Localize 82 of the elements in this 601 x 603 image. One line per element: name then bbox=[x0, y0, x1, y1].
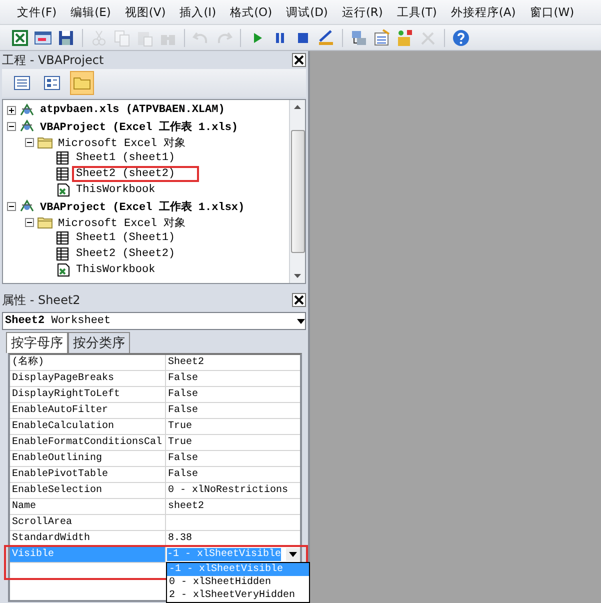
tree-item[interactable]: Microsoft Excel 对象 bbox=[56, 214, 188, 230]
tree-item[interactable]: Sheet1 (sheet1) bbox=[74, 152, 178, 164]
tree-item[interactable]: VBAProject (Excel 工作表 1.xls) bbox=[38, 118, 240, 134]
property-name[interactable]: EnablePivotTable bbox=[10, 467, 166, 482]
property-name[interactable]: DisplayPageBreaks bbox=[10, 371, 166, 386]
project-icon bbox=[19, 199, 35, 213]
collapse-icon[interactable] bbox=[25, 218, 34, 226]
project-icon bbox=[19, 103, 35, 117]
folder-icon bbox=[73, 76, 91, 90]
menu-item[interactable]: 窗口(W) bbox=[524, 2, 580, 22]
expand-icon[interactable] bbox=[7, 106, 16, 114]
toolbox-icon[interactable] bbox=[395, 28, 415, 48]
property-value: True bbox=[167, 420, 194, 434]
panel-title: 属性 - Sheet2 bbox=[2, 292, 80, 308]
menu-item[interactable]: 视图(V) bbox=[120, 2, 171, 22]
project-icon bbox=[19, 119, 35, 133]
tree-item[interactable]: VBAProject (Excel 工作表 1.xlsx) bbox=[38, 198, 247, 214]
object-view-icon bbox=[44, 76, 60, 90]
close-button[interactable] bbox=[292, 293, 306, 307]
help-icon[interactable] bbox=[451, 28, 471, 48]
property-value: 0 - xlNoRestrictions bbox=[167, 484, 290, 498]
tree-item[interactable]: ThisWorkbook bbox=[74, 264, 158, 276]
menu-item[interactable]: 工具(T) bbox=[392, 2, 442, 22]
property-value: Sheet2 bbox=[167, 356, 206, 370]
panel-title: 工程 - VBAProject bbox=[2, 52, 104, 68]
property-value: False bbox=[167, 404, 200, 418]
properties-icon[interactable] bbox=[372, 28, 392, 48]
scrollbar[interactable] bbox=[289, 100, 305, 283]
tree-item[interactable]: Sheet2 (sheet2) bbox=[74, 168, 198, 180]
tree-item[interactable]: Microsoft Excel 对象 bbox=[56, 134, 188, 150]
tab[interactable]: 按字母序 bbox=[6, 332, 68, 353]
property-name[interactable]: ScrollArea bbox=[10, 515, 166, 530]
property-name[interactable]: StandardWidth bbox=[10, 531, 166, 546]
menu-item[interactable]: 运行(R) bbox=[336, 2, 388, 22]
sheet-icon bbox=[55, 231, 71, 245]
ruler-pencil-icon[interactable] bbox=[316, 28, 336, 48]
property-name[interactable]: EnableSelection bbox=[10, 483, 166, 498]
menu-item[interactable]: 插入(I) bbox=[174, 2, 222, 22]
collapse-icon[interactable] bbox=[7, 122, 16, 130]
property-value: False bbox=[167, 468, 200, 482]
sheet-icon bbox=[55, 167, 71, 181]
scroll-down-icon[interactable] bbox=[293, 272, 302, 280]
property-value: False bbox=[167, 372, 200, 386]
sheet-icon bbox=[55, 151, 71, 165]
tree-item[interactable]: Sheet2 (Sheet2) bbox=[74, 248, 178, 260]
menu-item[interactable]: 文件(F) bbox=[12, 2, 62, 22]
folder-icon bbox=[37, 135, 53, 149]
property-name[interactable]: EnableCalculation bbox=[10, 419, 166, 434]
dropdown-arrow-icon bbox=[297, 318, 305, 324]
dropdown-option[interactable]: 0 - xlSheetHidden bbox=[167, 576, 309, 589]
object-dropdown[interactable]: Sheet2 Worksheet bbox=[2, 312, 306, 330]
menu-item[interactable]: 格式(O) bbox=[225, 2, 278, 22]
property-name[interactable]: DisplayRightToLeft bbox=[10, 387, 166, 402]
workbook-icon bbox=[55, 263, 71, 277]
tree-item[interactable]: Sheet1 (Sheet1) bbox=[74, 232, 178, 244]
menu-item[interactable]: 调试(D) bbox=[281, 2, 333, 22]
scroll-up-icon[interactable] bbox=[293, 103, 302, 111]
menu-item[interactable]: 外接程序(A) bbox=[446, 2, 521, 22]
property-value: True bbox=[167, 436, 194, 450]
property-value: 8.38 bbox=[167, 532, 194, 546]
property-value: False bbox=[167, 452, 200, 466]
menu-item[interactable]: 编辑(E) bbox=[66, 2, 116, 22]
tab[interactable]: 按分类序 bbox=[68, 332, 130, 353]
workbook-icon bbox=[55, 183, 71, 197]
property-name[interactable]: EnableFormatConditionsCal bbox=[10, 435, 166, 450]
tree-item[interactable]: ThisWorkbook bbox=[74, 184, 158, 196]
property-name[interactable]: EnableAutoFilter bbox=[10, 403, 166, 418]
tree-item[interactable]: atpvbaen.xls (ATPVBAEN.XLAM) bbox=[38, 104, 227, 116]
collapse-icon[interactable] bbox=[25, 138, 34, 146]
sheet-icon bbox=[55, 247, 71, 261]
property-name[interactable]: Name bbox=[10, 499, 166, 514]
code-view-icon bbox=[14, 76, 30, 90]
dropdown-option[interactable]: 2 - xlSheetVeryHidden bbox=[167, 589, 309, 602]
property-value: False bbox=[167, 388, 200, 402]
close-button[interactable] bbox=[292, 53, 306, 67]
property-name[interactable]: (名称) bbox=[10, 355, 166, 370]
collapse-icon[interactable] bbox=[7, 202, 16, 210]
property-value: sheet2 bbox=[167, 500, 206, 514]
property-name[interactable]: EnableOutlining bbox=[10, 451, 166, 466]
folder-icon bbox=[37, 215, 53, 229]
view-toggle-button[interactable] bbox=[70, 71, 94, 95]
excel-icon[interactable] bbox=[10, 28, 30, 48]
